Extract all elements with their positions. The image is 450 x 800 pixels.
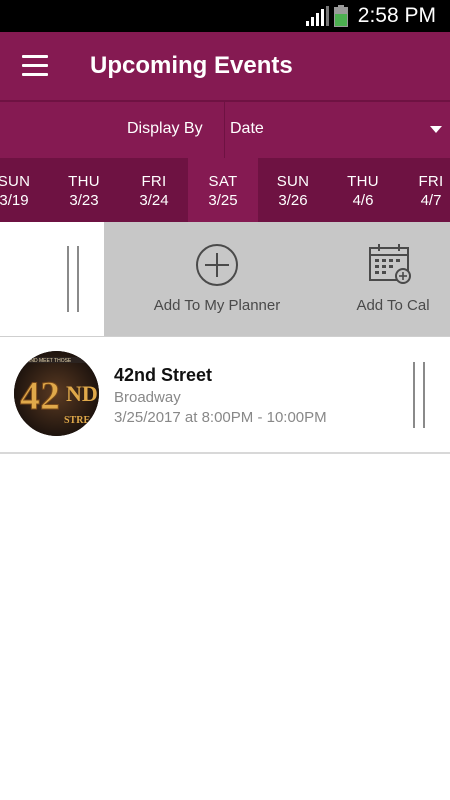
tab-day: FRI <box>141 173 167 190</box>
plus-circle-icon <box>196 244 238 286</box>
tab-date: 3/23 <box>69 192 99 209</box>
event-datetime: 3/25/2017 at 8:00PM - 10:00PM <box>114 409 327 426</box>
page-title: Upcoming Events <box>90 52 293 79</box>
tab-day: SUN <box>0 173 31 190</box>
app-bar: Upcoming Events <box>0 32 450 100</box>
svg-text:AND MEET THOSE: AND MEET THOSE <box>27 358 72 364</box>
add-to-calendar-label: Add To Cal <box>356 297 430 314</box>
divider <box>224 102 225 158</box>
status-bar: 2:58 PM <box>0 0 450 32</box>
date-tabs: SUN 3/19 THU 3/23 FRI 3/24 SAT 3/25 SUN … <box>0 158 450 222</box>
hamburger-menu-icon[interactable] <box>22 55 48 77</box>
drag-handle-icon[interactable] <box>67 246 81 312</box>
event-venue: Broadway <box>114 389 181 406</box>
dropdown-arrow-icon <box>430 126 442 133</box>
date-tab[interactable]: THU 3/23 <box>49 158 119 222</box>
tab-day: THU <box>68 173 100 190</box>
svg-text:42: 42 <box>20 373 60 418</box>
calendar-add-icon <box>369 244 411 284</box>
swipe-actions: Add To My Planner Add To Cal <box>104 222 450 336</box>
event-poster-image: AND MEET THOSE 42 ND STRE <box>14 351 99 436</box>
tab-day: THU <box>347 173 379 190</box>
svg-text:STRE: STRE <box>64 415 90 426</box>
event-thumbnail: AND MEET THOSE 42 ND STRE <box>14 351 99 436</box>
date-tab[interactable]: SUN 3/19 <box>0 158 49 222</box>
add-to-planner-label: Add To My Planner <box>153 297 281 314</box>
tab-day: FRI <box>418 173 444 190</box>
date-tab[interactable]: THU 4/6 <box>328 158 398 222</box>
swiped-row-remnant <box>0 222 105 336</box>
tab-date: 4/7 <box>420 192 442 209</box>
tab-day: SUN <box>276 173 310 190</box>
display-by-value: Date <box>230 120 264 137</box>
display-by-dropdown[interactable]: Date <box>230 120 450 142</box>
display-by-row: Display By Date <box>0 100 450 158</box>
add-to-calendar-button[interactable]: Add To Cal <box>346 222 440 336</box>
tab-date: 3/24 <box>139 192 169 209</box>
tab-day: SAT <box>208 173 238 190</box>
battery-icon <box>334 5 348 27</box>
display-by-label: Display By <box>127 120 203 137</box>
date-tab-selected[interactable]: SAT 3/25 <box>188 158 258 222</box>
date-tab[interactable]: FRI 4/7 <box>396 158 450 222</box>
tab-date: 3/26 <box>278 192 308 209</box>
tab-date: 4/6 <box>352 192 374 209</box>
tab-date: 3/19 <box>0 192 29 209</box>
event-title: 42nd Street <box>114 365 213 385</box>
drag-handle-icon[interactable] <box>413 362 427 428</box>
date-tab[interactable]: FRI 3/24 <box>119 158 189 222</box>
status-time: 2:58 PM <box>357 4 436 27</box>
svg-text:ND: ND <box>66 381 98 406</box>
add-to-planner-button[interactable]: Add To My Planner <box>142 222 292 336</box>
signal-icon <box>306 6 329 26</box>
tab-date: 3/25 <box>208 192 238 209</box>
event-list-item[interactable]: AND MEET THOSE 42 ND STRE 42nd Street Br… <box>0 337 450 454</box>
swiped-event-row: Add To My Planner Add To Cal <box>0 222 450 337</box>
date-tab[interactable]: SUN 3/26 <box>258 158 328 222</box>
